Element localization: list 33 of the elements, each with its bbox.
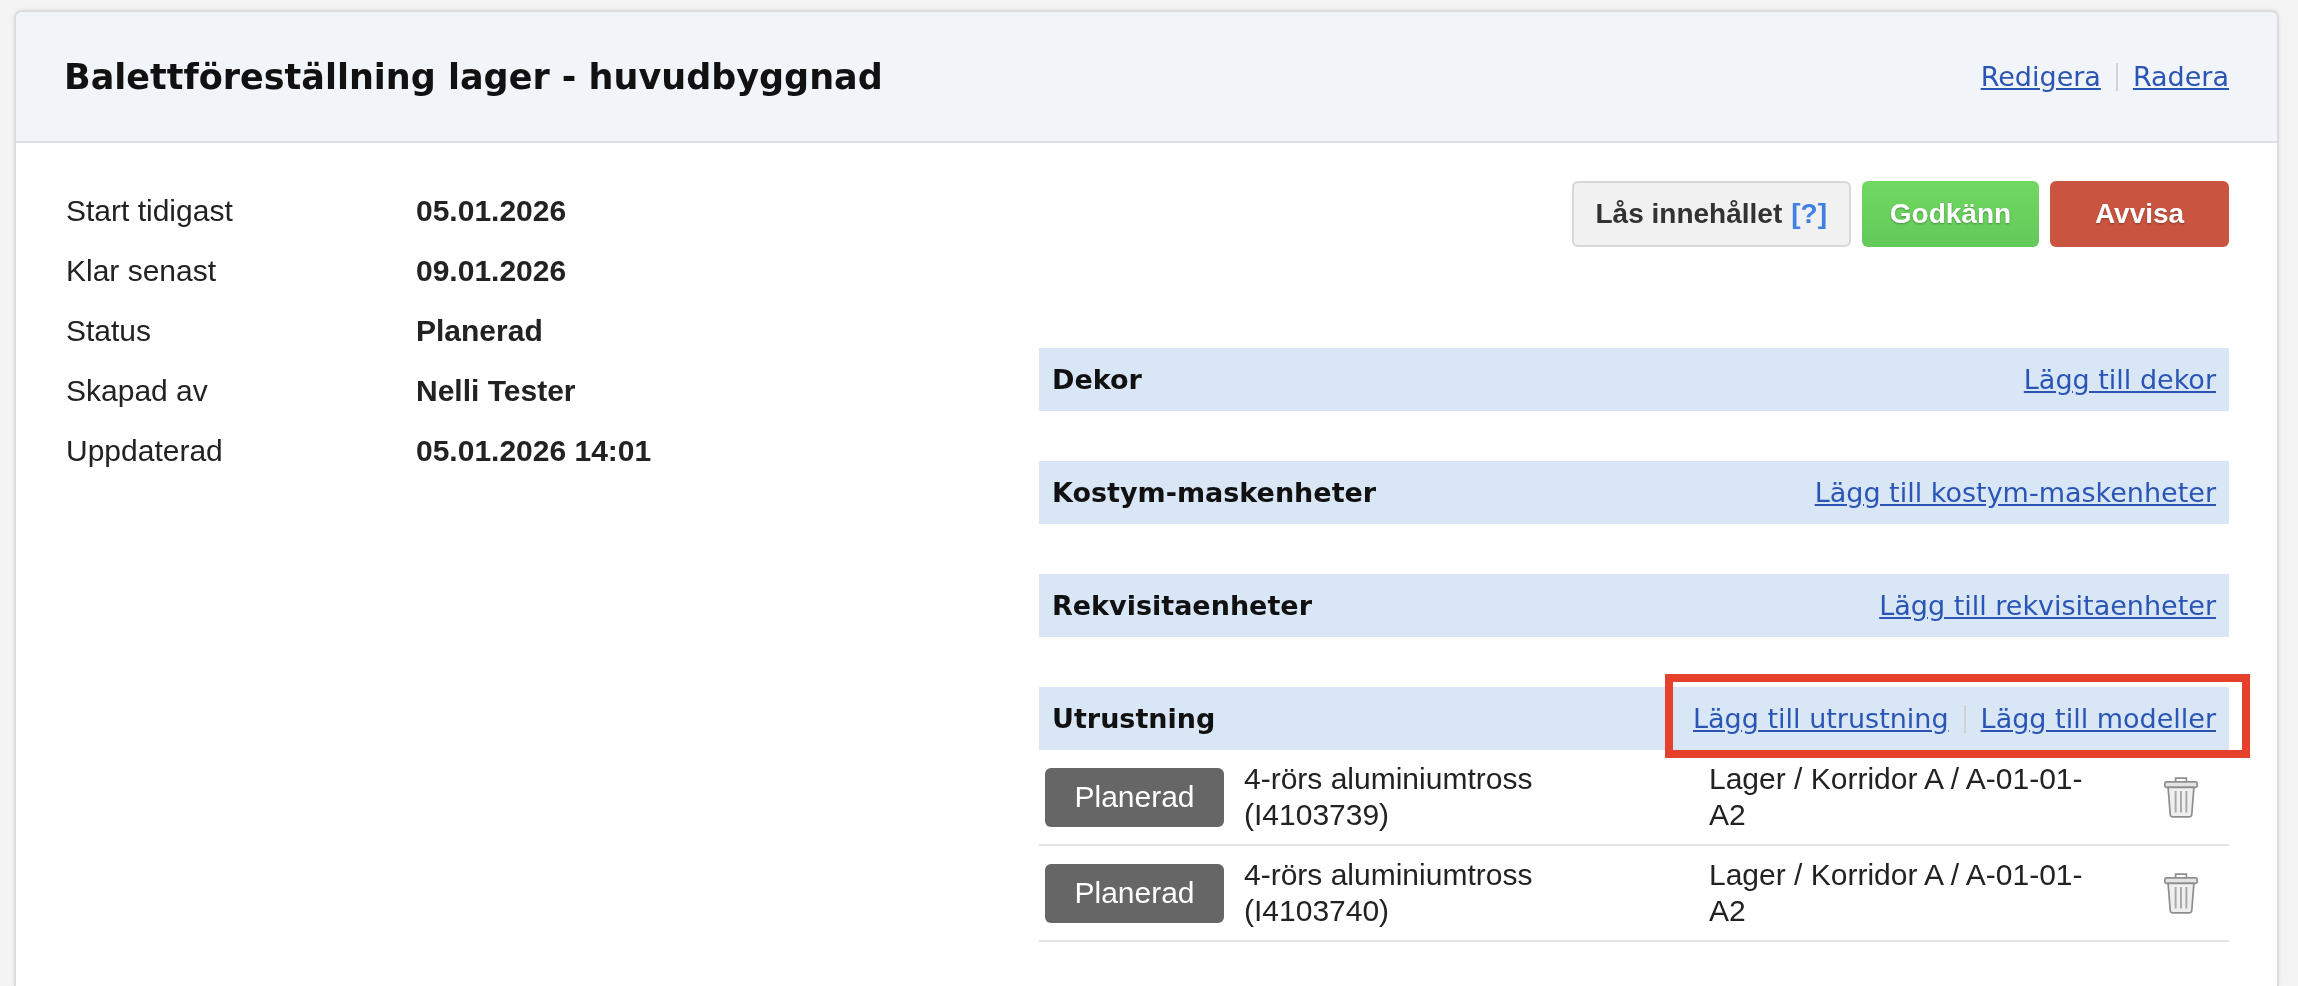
trash-icon[interactable]	[2163, 872, 2199, 914]
detail-label: Klar senast	[66, 253, 218, 289]
header-link[interactable]: Radera	[2132, 61, 2229, 92]
detail-value: 05.01.2026	[416, 193, 568, 229]
detail-value: Nelli Tester	[416, 373, 577, 409]
status-badge: Planerad	[1045, 863, 1224, 923]
add-link[interactable]: Lägg till dekor	[2023, 364, 2216, 395]
page-title: Balettföreställning lager - huvudbyggnad	[64, 56, 883, 97]
item-location: Lager / Korridor A / A-01-01-A2	[1709, 761, 2084, 833]
item-name: 4-rörs aluminiumtross (I4103739)	[1244, 761, 1534, 833]
add-link[interactable]: Lägg till kostym-maskenheter	[1814, 477, 2216, 508]
header-link[interactable]: Redigera	[1980, 61, 2101, 92]
detail-label: Uppdaterad	[66, 433, 224, 469]
reject-button[interactable]: Avvisa	[2050, 181, 2229, 247]
section-title: Utrustning	[1052, 703, 1216, 734]
status-badge: Planerad	[1045, 767, 1224, 827]
detail-value: Planerad	[416, 313, 544, 349]
lock-button[interactable]: Lås innehållet [?]	[1571, 181, 1851, 247]
detail-label: Skapad av	[66, 373, 209, 409]
item-name: 4-rörs aluminiumtross (I4103740)	[1244, 857, 1534, 929]
item-location: Lager / Korridor A / A-01-01-A2	[1709, 857, 2084, 929]
detail-label: Status	[66, 313, 153, 349]
trash-icon[interactable]	[2163, 776, 2199, 818]
section-title: Kostym-maskenheter	[1052, 477, 1377, 508]
detail-value: 05.01.2026 14:01	[416, 433, 652, 469]
add-link[interactable]: Lägg till utrustning	[1693, 703, 1949, 734]
help-link[interactable]: [?]	[1791, 198, 1827, 229]
detail-value: 09.01.2026	[416, 253, 568, 289]
detail-label: Start tidigast	[66, 193, 234, 229]
add-link[interactable]: Lägg till modeller	[1980, 703, 2216, 734]
section-title: Rekvisitaenheter	[1052, 590, 1312, 621]
section-title: Dekor	[1052, 364, 1142, 395]
add-link[interactable]: Lägg till rekvisitaenheter	[1879, 590, 2216, 621]
